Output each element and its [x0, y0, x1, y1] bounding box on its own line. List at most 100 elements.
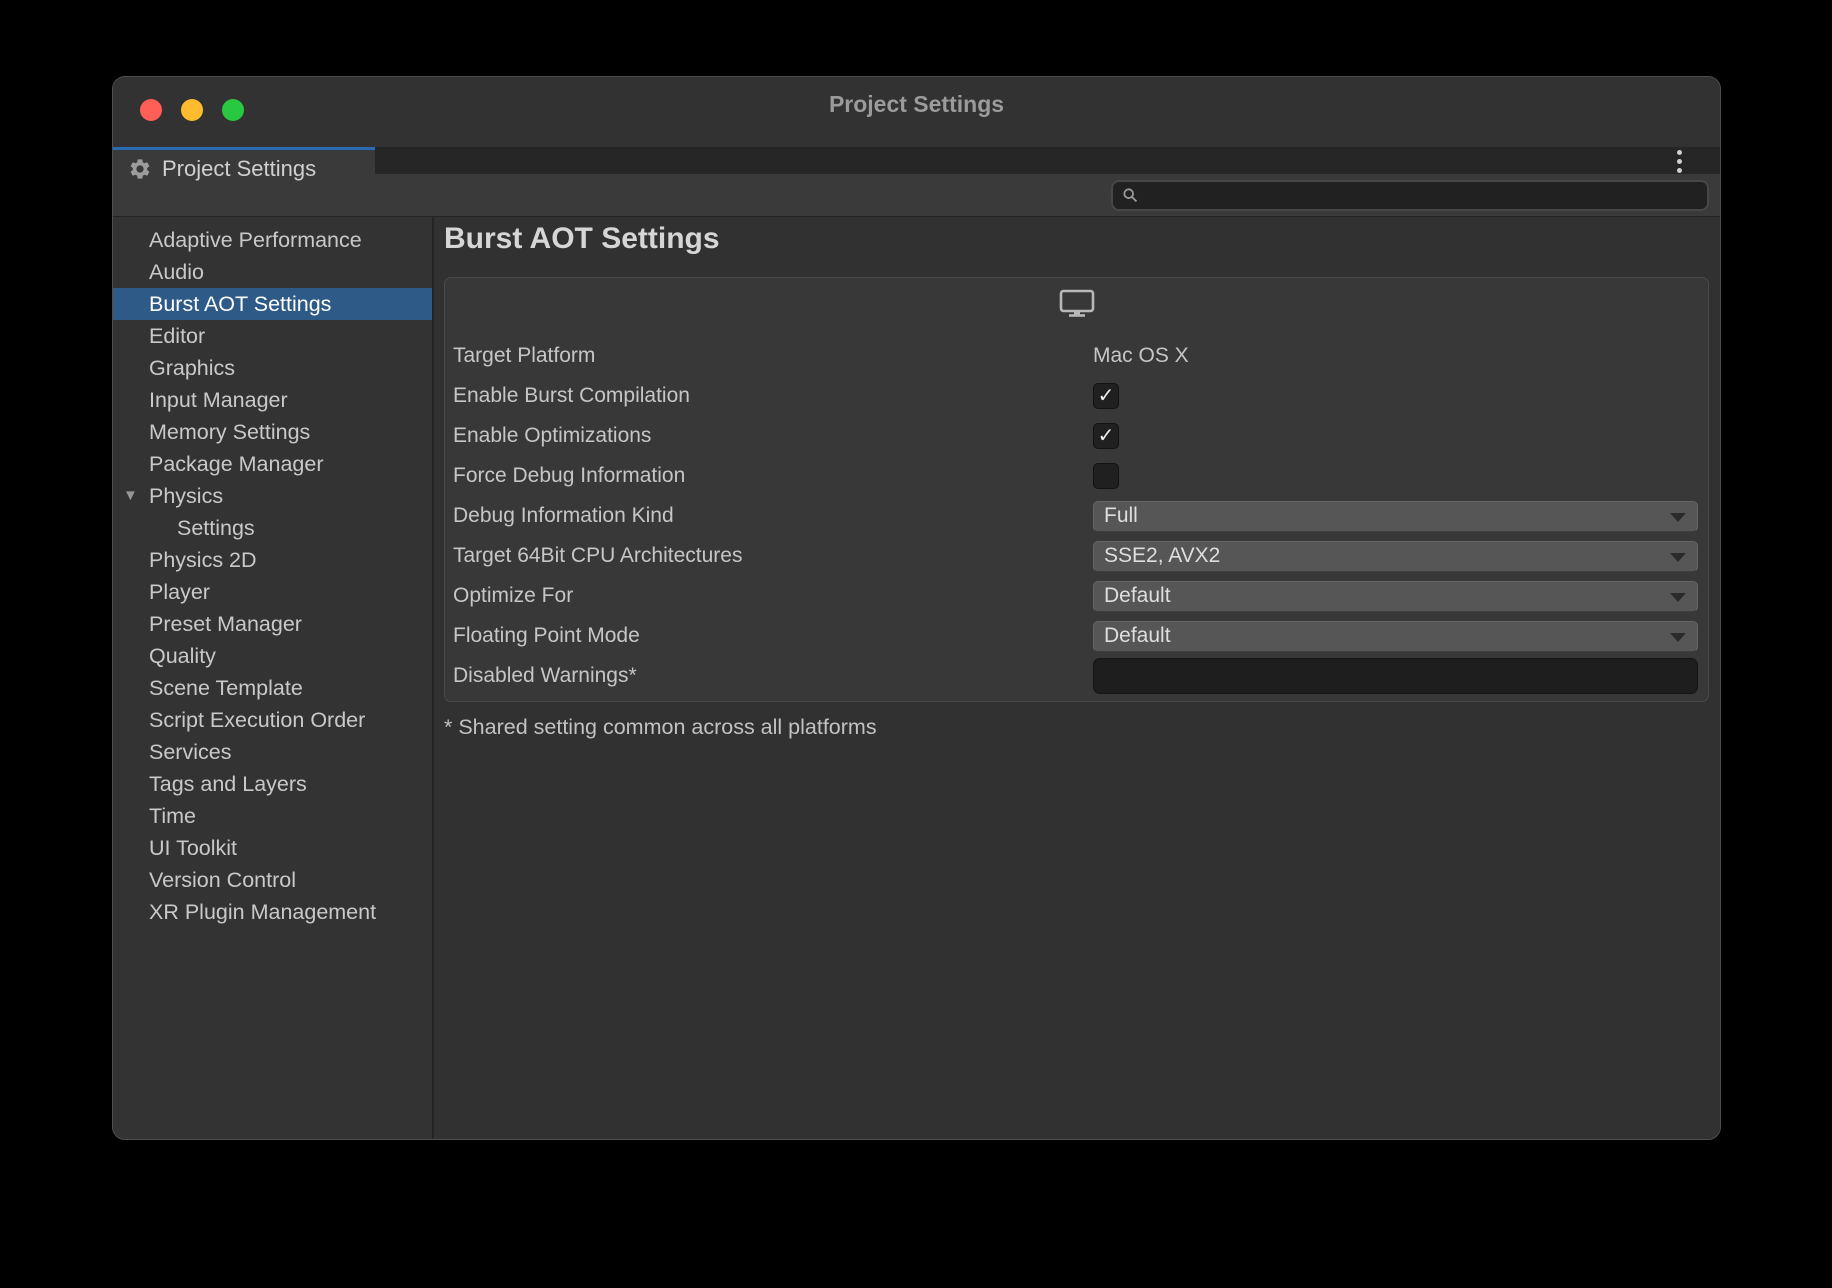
- sidebar-item-audio[interactable]: Audio: [113, 256, 432, 288]
- foldout-triangle-icon[interactable]: ▼: [123, 480, 138, 512]
- sidebar-item-label: Settings: [177, 516, 255, 540]
- search-icon: [1122, 187, 1139, 204]
- tab-label: Project Settings: [162, 156, 316, 182]
- setting-row-floating-point-mode: Floating Point Mode Default: [445, 616, 1708, 656]
- sidebar-item-label: Input Manager: [149, 388, 288, 412]
- shared-setting-footnote: * Shared setting common across all platf…: [444, 715, 877, 740]
- main-panel: Burst AOT Settings Target PlatformMac OS…: [434, 217, 1720, 1140]
- sidebar-item-burst-aot-settings[interactable]: Burst AOT Settings: [113, 288, 432, 320]
- setting-value: Default: [1093, 621, 1698, 652]
- sidebar-item-package-manager[interactable]: Package Manager: [113, 448, 432, 480]
- sidebar-item-label: Player: [149, 580, 210, 604]
- sidebar-item-settings[interactable]: Settings: [113, 512, 432, 544]
- setting-value: [1093, 463, 1698, 489]
- enable-burst-compilation-checkbox[interactable]: ✓: [1093, 383, 1119, 409]
- sidebar-item-memory-settings[interactable]: Memory Settings: [113, 416, 432, 448]
- enable-optimizations-checkbox[interactable]: ✓: [1093, 423, 1119, 449]
- setting-row-optimize-for: Optimize For Default: [445, 576, 1708, 616]
- setting-row-target-platform: Target PlatformMac OS X: [445, 336, 1708, 376]
- page-title: Burst AOT Settings: [444, 222, 720, 256]
- setting-row-target-64bit-cpu-architectures: Target 64Bit CPU Architectures SSE2, AVX2: [445, 536, 1708, 576]
- sidebar-item-label: Quality: [149, 644, 216, 668]
- debug-information-kind-dropdown[interactable]: Full: [1093, 501, 1698, 532]
- setting-value: [1093, 658, 1698, 694]
- optimize-for-dropdown[interactable]: Default: [1093, 581, 1698, 612]
- dropdown-selected-value: SSE2, AVX2: [1104, 544, 1220, 568]
- tab-project-settings[interactable]: Project Settings: [113, 147, 375, 187]
- sidebar-item-preset-manager[interactable]: Preset Manager: [113, 608, 432, 640]
- setting-row-force-debug-information: Force Debug Information: [445, 456, 1708, 496]
- dropdown-selected-value: Default: [1104, 584, 1171, 608]
- search-input[interactable]: [1145, 185, 1707, 207]
- setting-label: Force Debug Information: [453, 464, 1093, 488]
- sidebar-item-label: Physics: [149, 484, 223, 508]
- sidebar-item-quality[interactable]: Quality: [113, 640, 432, 672]
- sidebar-item-label: Tags and Layers: [149, 772, 307, 796]
- checkmark-icon: ✓: [1098, 426, 1115, 446]
- sidebar-item-label: Time: [149, 804, 196, 828]
- sidebar-item-player[interactable]: Player: [113, 576, 432, 608]
- setting-label: Optimize For: [453, 584, 1093, 608]
- settings-sidebar: Adaptive Performance Audio Burst AOT Setti…: [113, 217, 434, 1140]
- sidebar-item-label: XR Plugin Management: [149, 900, 376, 924]
- sidebar-item-script-execution-order[interactable]: Script Execution Order: [113, 704, 432, 736]
- tab-strip: [375, 147, 1720, 174]
- dropdown-selected-value: Full: [1104, 504, 1138, 528]
- target-64bit-cpu-architectures-dropdown[interactable]: SSE2, AVX2: [1093, 541, 1698, 572]
- disabled-warnings-input[interactable]: [1093, 658, 1698, 694]
- sidebar-item-editor[interactable]: Editor: [113, 320, 432, 352]
- sidebar-item-version-control[interactable]: Version Control: [113, 864, 432, 896]
- setting-value: ✓: [1093, 423, 1698, 449]
- sidebar-item-physics[interactable]: ▼ Physics: [113, 480, 432, 512]
- sidebar-item-ui-toolkit[interactable]: UI Toolkit: [113, 832, 432, 864]
- setting-value: Full: [1093, 501, 1698, 532]
- setting-value: SSE2, AVX2: [1093, 541, 1698, 572]
- sidebar-item-label: Package Manager: [149, 452, 324, 476]
- sidebar-item-time[interactable]: Time: [113, 800, 432, 832]
- setting-value: ✓: [1093, 383, 1698, 409]
- monitor-icon[interactable]: [1059, 289, 1095, 317]
- force-debug-information-checkbox[interactable]: [1093, 463, 1119, 489]
- sidebar-item-label: Services: [149, 740, 231, 764]
- sidebar-item-input-manager[interactable]: Input Manager: [113, 384, 432, 416]
- sidebar-item-physics-2d[interactable]: Physics 2D: [113, 544, 432, 576]
- setting-row-debug-information-kind: Debug Information Kind Full: [445, 496, 1708, 536]
- floating-point-mode-dropdown[interactable]: Default: [1093, 621, 1698, 652]
- setting-label: Disabled Warnings*: [453, 664, 1093, 688]
- sidebar-item-label: Physics 2D: [149, 548, 257, 572]
- sidebar-item-label: Audio: [149, 260, 204, 284]
- tab-toolbar-zone: Project Settings: [113, 147, 1720, 216]
- sidebar-item-label: Script Execution Order: [149, 708, 365, 732]
- search-box[interactable]: [1111, 180, 1709, 211]
- sidebar-item-graphics[interactable]: Graphics: [113, 352, 432, 384]
- setting-label: Enable Optimizations: [453, 424, 1093, 448]
- setting-label: Debug Information Kind: [453, 504, 1093, 528]
- dropdown-arrow-icon: [1670, 513, 1686, 522]
- sidebar-item-label: Burst AOT Settings: [149, 292, 331, 316]
- gear-icon: [128, 157, 152, 181]
- sidebar-item-label: Version Control: [149, 868, 296, 892]
- sidebar-item-label: Adaptive Performance: [149, 228, 362, 252]
- setting-label: Floating Point Mode: [453, 624, 1093, 648]
- sidebar-item-label: Preset Manager: [149, 612, 302, 636]
- sidebar-item-xr-plugin-management[interactable]: XR Plugin Management: [113, 896, 432, 928]
- burst-settings-panel: Target PlatformMac OS XEnable Burst Comp…: [444, 277, 1709, 702]
- sidebar-item-adaptive-performance[interactable]: Adaptive Performance: [113, 224, 432, 256]
- content-area: Adaptive Performance Audio Burst AOT Setti…: [113, 216, 1720, 1140]
- setting-label: Target Platform: [453, 344, 1093, 368]
- target-platform-value: Mac OS X: [1093, 344, 1189, 368]
- dropdown-selected-value: Default: [1104, 624, 1171, 648]
- sidebar-item-label: Editor: [149, 324, 205, 348]
- sidebar-item-scene-template[interactable]: Scene Template: [113, 672, 432, 704]
- title-bar: Project Settings: [113, 77, 1720, 147]
- dropdown-arrow-icon: [1670, 633, 1686, 642]
- setting-value: Mac OS X: [1093, 344, 1698, 368]
- platform-tab-bar: [445, 278, 1708, 330]
- setting-row-disabled-warnings: Disabled Warnings*: [445, 656, 1708, 696]
- sidebar-item-tags-and-layers[interactable]: Tags and Layers: [113, 768, 432, 800]
- kebab-menu-icon[interactable]: [1666, 148, 1692, 174]
- setting-label: Target 64Bit CPU Architectures: [453, 544, 1093, 568]
- setting-row-enable-burst-compilation: Enable Burst Compilation✓: [445, 376, 1708, 416]
- sidebar-item-label: Graphics: [149, 356, 235, 380]
- sidebar-item-services[interactable]: Services: [113, 736, 432, 768]
